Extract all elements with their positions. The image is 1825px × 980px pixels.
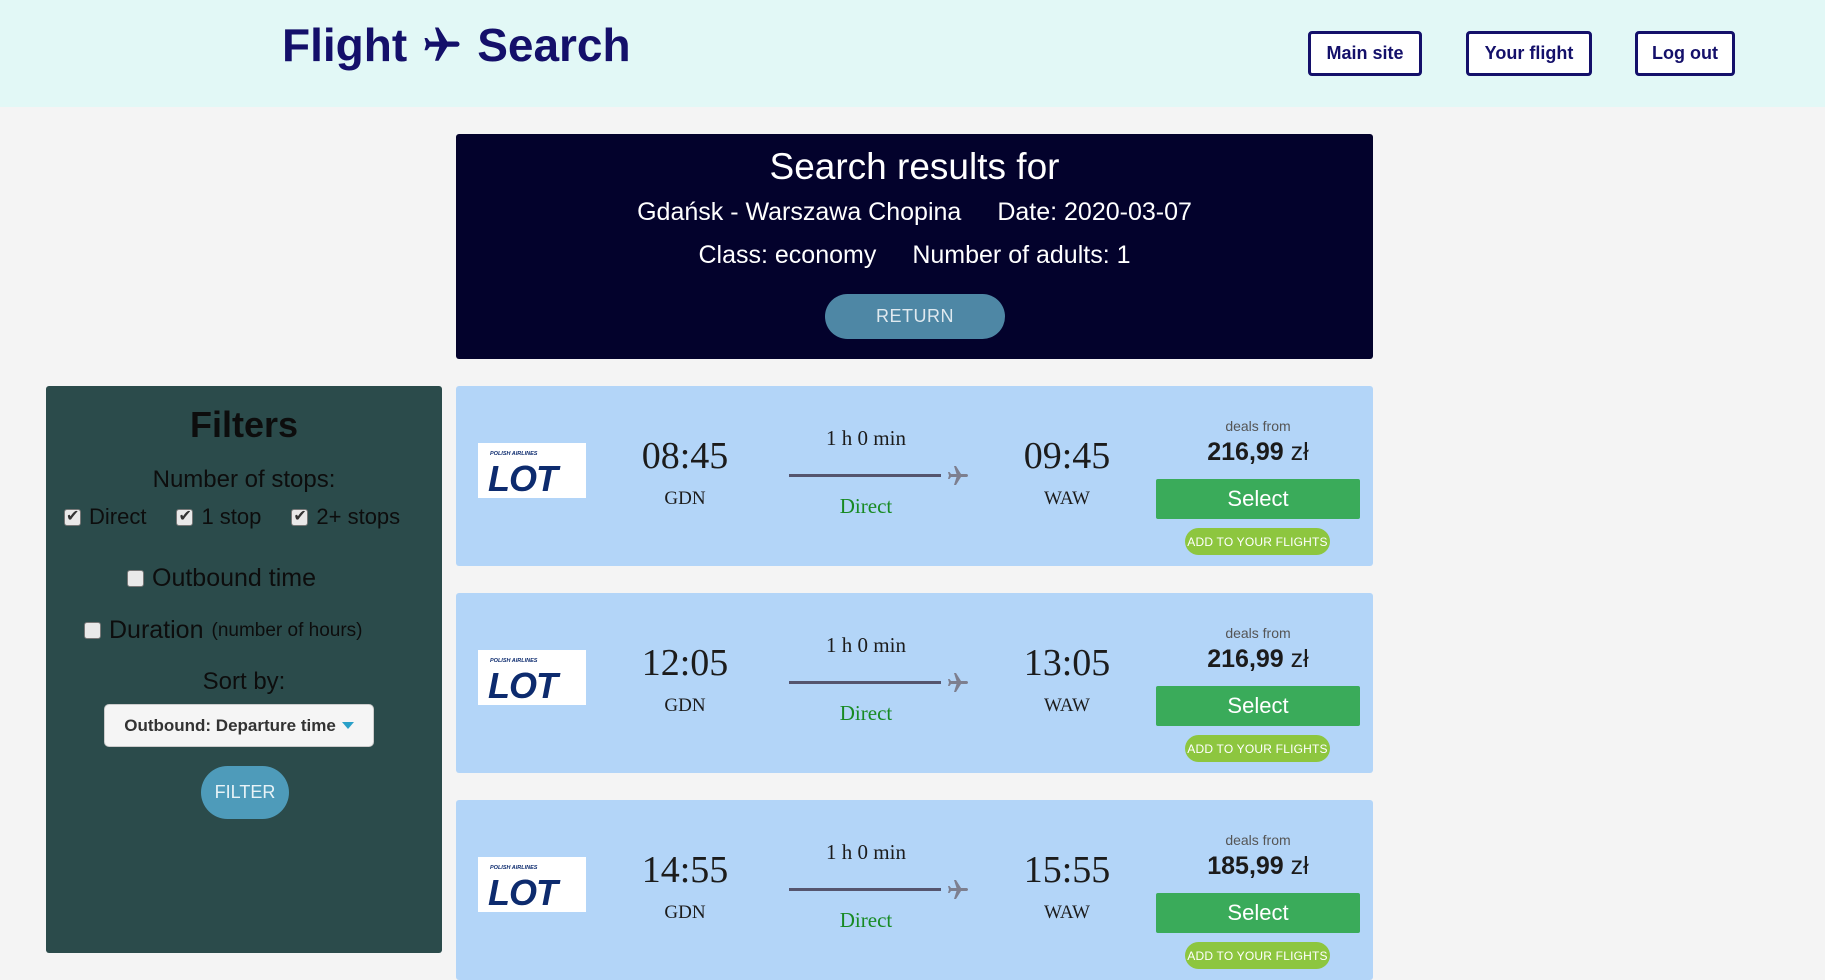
two-plus-stops-label: 2+ stops <box>316 504 401 529</box>
stops-text: Direct <box>839 494 893 518</box>
flight-duration: 1 h 0 min <box>826 426 906 450</box>
airline-logo-text: LOT <box>488 458 561 498</box>
airline-logo: POLISH AIRLINES LOT <box>478 443 586 499</box>
departure-time: 08:45 <box>641 435 729 477</box>
stops-text: Direct <box>839 908 893 932</box>
departure-airport: GDN <box>664 695 706 716</box>
select-button[interactable]: Select <box>1156 479 1360 519</box>
outbound-time-label: Outbound time <box>152 564 316 592</box>
log-out-button[interactable]: Log out <box>1635 31 1735 76</box>
price-currency: zł <box>1290 645 1309 673</box>
add-to-your-flights-button[interactable]: ADD TO YOUR FLIGHTS <box>1185 528 1330 555</box>
arrival-time: 15:55 <box>1023 849 1111 891</box>
flight-duration: 1 h 0 min <box>826 633 906 657</box>
departure-airport: GDN <box>664 902 706 923</box>
flight-card: POLISH AIRLINES LOT 12:05 GDN 1 h 0 min … <box>456 593 1373 773</box>
main-site-button[interactable]: Main site <box>1308 31 1422 76</box>
date-text: Date: 2020-03-07 <box>997 198 1192 226</box>
price: 216,99 zł <box>1156 645 1360 674</box>
arrival-airport: WAW <box>1044 902 1090 923</box>
price-value: 185,99 <box>1207 852 1284 880</box>
deals-label: deals from <box>1225 418 1291 434</box>
search-summary-panel: Search results for Gdańsk - Warszawa Cho… <box>456 134 1373 359</box>
price: 216,99 zł <box>1156 438 1360 467</box>
duration-checkbox[interactable] <box>84 622 101 639</box>
deals-label: deals from <box>1225 625 1291 641</box>
stops-1-option[interactable]: 1 stop <box>176 504 261 530</box>
search-results-title: Search results for <box>769 146 1060 187</box>
price-value: 216,99 <box>1207 438 1284 466</box>
duration-option[interactable]: Duration (number of hours) <box>84 616 363 645</box>
filter-button[interactable]: FILTER <box>201 766 289 819</box>
your-flight-button[interactable]: Your flight <box>1466 31 1592 76</box>
duration-label: Duration <box>109 616 204 644</box>
stops-text: Direct <box>839 701 893 725</box>
airplane-icon <box>948 880 968 899</box>
airline-subtitle: POLISH AIRLINES <box>490 658 538 664</box>
deals-label: deals from <box>1225 832 1291 848</box>
airline-logo-text: LOT <box>488 665 561 705</box>
duration-note: (number of hours) <box>211 619 363 641</box>
flight-card: POLISH AIRLINES LOT 08:45 GDN 1 h 0 min … <box>456 386 1373 566</box>
price-value: 216,99 <box>1207 645 1284 673</box>
departure-airport: GDN <box>664 488 706 509</box>
route-text: Gdańsk - Warszawa Chopina <box>637 198 962 226</box>
stops-label: Number of stops: <box>152 466 336 493</box>
arrival-time: 13:05 <box>1023 642 1111 684</box>
site-logo[interactable]: Flight Search <box>282 18 631 72</box>
airline-logo: POLISH AIRLINES LOT <box>478 650 586 706</box>
stops-direct-option[interactable]: Direct <box>64 504 146 530</box>
adults-text: Number of adults: 1 <box>912 241 1131 269</box>
sort-select-value: Outbound: Departure time <box>124 715 336 735</box>
price-currency: zł <box>1290 438 1309 466</box>
chevron-down-icon <box>341 722 354 729</box>
price: 185,99 zł <box>1156 852 1360 881</box>
sort-select[interactable]: Outbound: Departure time <box>104 704 374 747</box>
arrival-airport: WAW <box>1044 695 1090 716</box>
select-button[interactable]: Select <box>1156 893 1360 933</box>
brand-word-search: Search <box>477 19 631 71</box>
stops-2plus-option[interactable]: 2+ stops <box>291 504 400 530</box>
airline-logo: POLISH AIRLINES LOT <box>478 857 586 913</box>
airplane-icon <box>948 466 968 485</box>
airline-subtitle: POLISH AIRLINES <box>490 451 538 457</box>
one-stop-checkbox[interactable] <box>176 506 194 526</box>
one-stop-label: 1 stop <box>201 504 262 529</box>
arrival-time: 09:45 <box>1023 435 1111 477</box>
filters-panel: Filters Number of stops: Direct 1 stop 2… <box>46 386 442 953</box>
brand-word-flight: Flight <box>282 19 408 71</box>
sort-label: Sort by: <box>202 668 286 695</box>
route-line <box>789 888 941 891</box>
departure-time: 14:55 <box>641 849 729 891</box>
outbound-time-checkbox[interactable] <box>127 570 144 587</box>
flight-duration: 1 h 0 min <box>826 840 906 864</box>
arrival-airport: WAW <box>1044 488 1090 509</box>
two-plus-stops-checkbox[interactable] <box>291 506 309 526</box>
flight-card: POLISH AIRLINES LOT 14:55 GDN 1 h 0 min … <box>456 800 1373 980</box>
stops-options: Direct 1 stop 2+ stops <box>64 504 400 530</box>
airplane-icon <box>948 673 968 692</box>
route-line <box>789 681 941 684</box>
add-to-your-flights-button[interactable]: ADD TO YOUR FLIGHTS <box>1185 942 1330 969</box>
top-navbar: Flight Search Main site Your flight Log … <box>0 0 1825 107</box>
departure-time: 12:05 <box>641 642 729 684</box>
direct-checkbox[interactable] <box>64 506 81 526</box>
add-to-your-flights-button[interactable]: ADD TO YOUR FLIGHTS <box>1185 735 1330 762</box>
select-button[interactable]: Select <box>1156 686 1360 726</box>
route-line <box>789 474 941 477</box>
filters-title: Filters <box>189 404 299 445</box>
airline-subtitle: POLISH AIRLINES <box>490 865 538 871</box>
direct-label: Direct <box>89 504 147 529</box>
return-button[interactable]: RETURN <box>825 294 1005 339</box>
outbound-time-option[interactable]: Outbound time <box>127 564 316 593</box>
airplane-icon <box>424 27 460 61</box>
airline-logo-text: LOT <box>488 872 561 912</box>
price-currency: zł <box>1290 852 1309 880</box>
class-text: Class: economy <box>698 241 877 269</box>
